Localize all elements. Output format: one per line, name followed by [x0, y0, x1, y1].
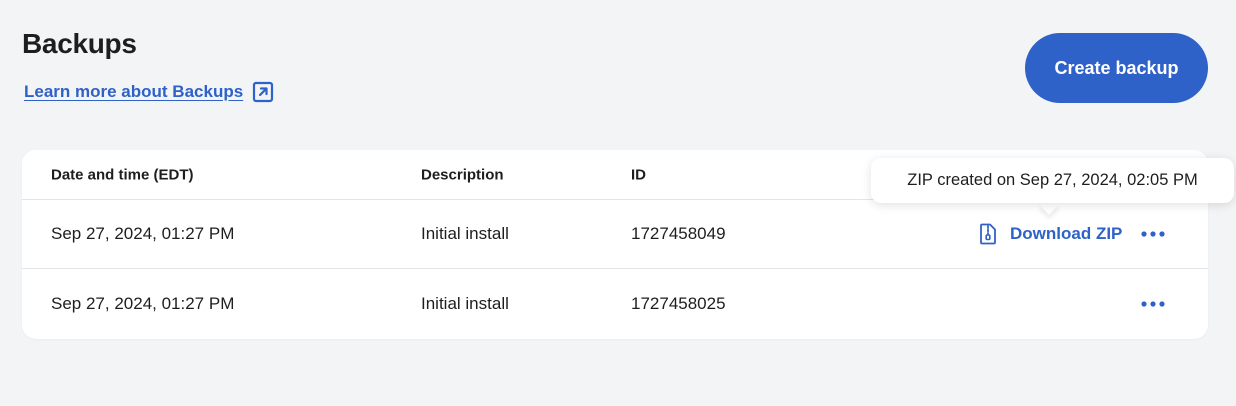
row-date: Sep 27, 2024, 01:27 PM	[51, 294, 235, 313]
more-options-icon[interactable]	[1138, 222, 1168, 246]
column-header-id: ID	[631, 166, 646, 183]
row-description: Initial install	[421, 224, 509, 243]
table-row: Sep 27, 2024, 01:27 PM Initial install 1…	[22, 269, 1208, 339]
column-header-date: Date and time (EDT)	[51, 166, 194, 183]
row-description: Initial install	[421, 294, 509, 313]
more-options-icon[interactable]	[1138, 292, 1168, 316]
tooltip: ZIP created on Sep 27, 2024, 02:05 PM	[871, 158, 1234, 203]
table-row: Sep 27, 2024, 01:27 PM Initial install 1…	[22, 200, 1208, 269]
row-id: 1727458049	[631, 224, 726, 243]
create-backup-button[interactable]: Create backup	[1025, 33, 1208, 103]
learn-more-label: Learn more about Backups	[24, 82, 244, 101]
column-header-description: Description	[421, 166, 504, 183]
download-zip-button[interactable]: Download ZIP	[976, 222, 1122, 246]
row-date: Sep 27, 2024, 01:27 PM	[51, 224, 235, 243]
row-id: 1727458025	[631, 294, 726, 313]
external-link-icon	[251, 80, 275, 104]
page-title: Backups	[22, 28, 137, 59]
download-zip-label: Download ZIP	[1010, 224, 1123, 243]
tooltip-text: ZIP created on Sep 27, 2024, 02:05 PM	[907, 171, 1198, 189]
learn-more-link[interactable]: Learn more about Backups	[24, 80, 275, 104]
zip-file-icon	[976, 222, 1000, 246]
